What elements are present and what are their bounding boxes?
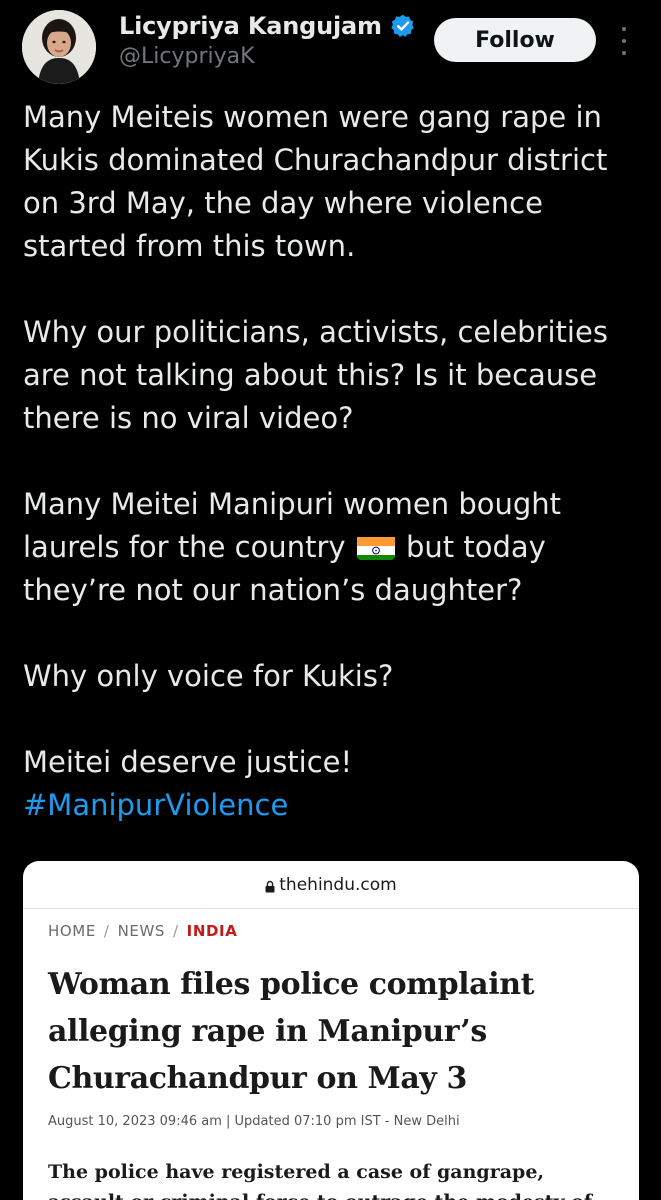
article-dateline: August 10, 2023 09:46 am | Updated 07:10… [48,1114,460,1129]
lock-icon [265,878,275,893]
tweet-paragraph: Many Meiteis women were gang rape in Kuk… [23,100,608,263]
author-info: Licypriya Kangujam @LicypriyaK [119,12,416,69]
tweet-header: Licypriya Kangujam @LicypriyaK Follow [0,0,661,95]
embedded-article-screenshot[interactable]: thehindu.com HOME / NEWS / INDIA Woman f… [23,861,639,1200]
breadcrumb-item-india: INDIA [186,922,238,940]
article-lede: The police have registered a case of gan… [48,1161,592,1200]
tweet-text: Many Meiteis women were gang rape in Kuk… [23,96,643,827]
breadcrumb-separator: / [173,922,179,940]
breadcrumb-separator: / [103,922,110,940]
tweet-paragraph: Why only voice for Kukis? [23,659,394,693]
tweet-paragraph: Why our politicians, activists, celebrit… [23,315,608,435]
breadcrumb-item-home: HOME [48,922,96,940]
article-domain: thehindu.com [279,874,397,895]
article-url-bar: thehindu.com [23,861,639,909]
breadcrumb: HOME / NEWS / INDIA [48,922,237,940]
more-dot [622,51,626,55]
breadcrumb-item-news: NEWS [117,922,166,940]
more-dot [622,39,626,43]
more-options-icon[interactable] [614,24,634,58]
author-handle[interactable]: @LicypriyaK [119,44,416,69]
tweet-paragraph: Many Meitei Manipuri women bought laurel… [23,483,643,612]
hashtag-link[interactable]: #ManipurViolence [23,788,288,822]
author-name-row: Licypriya Kangujam [119,12,416,40]
follow-button[interactable]: Follow [434,18,596,62]
tweet-paragraph: Meitei deserve justice! [23,745,353,779]
india-flag-icon [356,533,395,560]
more-dot [622,27,626,31]
avatar[interactable] [22,10,96,84]
verified-badge-icon [390,13,416,39]
author-name[interactable]: Licypriya Kangujam [119,12,382,40]
article-headline: Woman files police complaint alleging ra… [48,967,535,1096]
